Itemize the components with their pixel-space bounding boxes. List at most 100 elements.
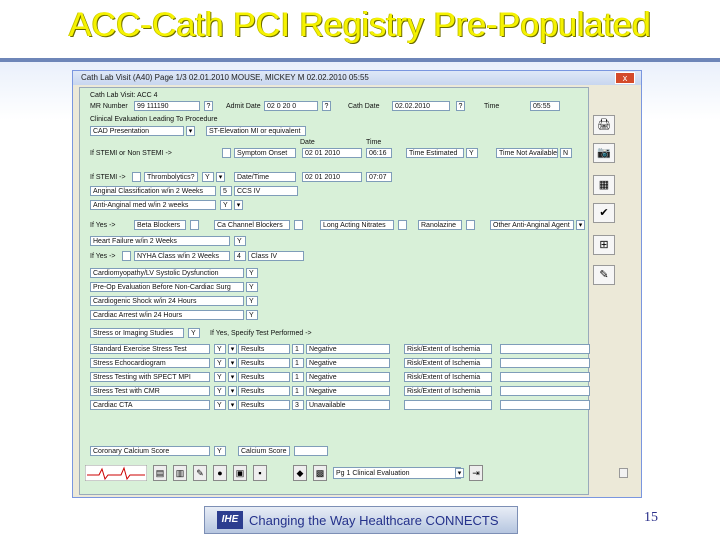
test-name: Stress Echocardiogram xyxy=(90,358,210,368)
chart-icon[interactable]: ▦ xyxy=(593,175,615,195)
other-agent-dropdown[interactable]: ▾ xyxy=(576,220,585,230)
nyha-num[interactable]: 4 xyxy=(234,251,246,261)
anti-anginal-dropdown[interactable]: ▾ xyxy=(234,200,243,210)
mr-lookup-button[interactable]: ? xyxy=(204,101,213,111)
test-dropdown[interactable]: ▾ xyxy=(228,400,237,410)
test-result-num[interactable]: 1 xyxy=(292,344,304,354)
angina-class-num[interactable]: 5 xyxy=(220,186,232,196)
beta-blockers-check[interactable] xyxy=(190,220,199,230)
test-outcome[interactable]: Negative xyxy=(306,386,390,396)
visit-header: Cath Lab Visit: ACC 4 xyxy=(90,92,158,99)
document-icon[interactable]: ▤ xyxy=(153,465,167,481)
anti-anginal-label: Anti-Anginal med w/in 2 weeks xyxy=(90,200,216,210)
test-dropdown[interactable]: ▾ xyxy=(228,372,237,382)
test-flag[interactable]: Y xyxy=(214,386,226,396)
test-risk-field[interactable] xyxy=(500,400,590,410)
page-select-dropdown[interactable]: ▾ xyxy=(455,468,464,478)
symptom-time-field[interactable]: 06:16 xyxy=(366,148,392,158)
admit-date-field[interactable]: 02 0 20 0 xyxy=(264,101,318,111)
test-risk-field[interactable] xyxy=(500,372,590,382)
edit-icon[interactable]: ✎ xyxy=(193,465,207,481)
map-icon[interactable]: ⊞ xyxy=(593,235,615,255)
angina-class-value[interactable]: CCS IV xyxy=(234,186,298,196)
test-flag[interactable]: Y xyxy=(214,372,226,382)
test-results-label: Results xyxy=(238,358,290,368)
arrest-label: Cardiac Arrest w/in 24 Hours xyxy=(90,310,244,320)
stemi2-check[interactable] xyxy=(132,172,141,182)
test-outcome[interactable]: Negative xyxy=(306,344,390,354)
long-nitrates-check[interactable] xyxy=(398,220,407,230)
cardiogenic-field[interactable]: Y xyxy=(246,296,258,306)
heart-failure-field[interactable]: Y xyxy=(234,236,246,246)
stress-field[interactable]: Y xyxy=(188,328,200,338)
records-icon[interactable]: ▥ xyxy=(173,465,187,481)
test-risk-label: Risk/Extent of Ischemia xyxy=(404,372,492,382)
test-risk-field[interactable] xyxy=(500,344,590,354)
page-select[interactable]: Pg 1 Clinical Evaluation xyxy=(333,467,461,479)
stemi-check[interactable] xyxy=(222,148,231,158)
admit-date-button[interactable]: ? xyxy=(322,101,331,111)
test-result-num[interactable]: 1 xyxy=(292,358,304,368)
time-column: Time xyxy=(366,139,382,146)
pen-icon[interactable]: ✎ xyxy=(593,265,615,285)
nyha-value[interactable]: Class IV xyxy=(248,251,304,261)
cath-date-button[interactable]: ? xyxy=(456,101,465,111)
test-result-num[interactable]: 1 xyxy=(292,386,304,396)
mr-number-field[interactable]: 99 111190 xyxy=(134,101,200,111)
time-not-available-field[interactable]: N xyxy=(560,148,572,158)
close-button[interactable]: x xyxy=(615,72,635,84)
test-outcome[interactable]: Negative xyxy=(306,372,390,382)
save-icon[interactable]: ▪ xyxy=(253,465,267,481)
datetime-date-field[interactable]: 02 01 2010 xyxy=(302,172,362,182)
ecg-icon xyxy=(85,465,147,481)
exit-icon[interactable]: ⇥ xyxy=(469,465,483,481)
test-flag[interactable]: Y xyxy=(214,344,226,354)
test-outcome[interactable]: Negative xyxy=(306,358,390,368)
calcium-score-field[interactable] xyxy=(294,446,328,456)
printer-icon[interactable]: 🖨 xyxy=(593,115,615,135)
folder-icon[interactable]: ▣ xyxy=(233,465,247,481)
thrombolytics-field[interactable]: Y xyxy=(202,172,214,182)
time-estimated-field[interactable]: Y xyxy=(466,148,478,158)
admit-label: Admit Date xyxy=(226,103,261,110)
cad-label: CAD Presentation xyxy=(90,126,184,136)
preop-label: Pre-Op Evaluation Before Non-Cardiac Sur… xyxy=(90,282,244,292)
test-flag[interactable]: Y xyxy=(214,358,226,368)
preop-field[interactable]: Y xyxy=(246,282,258,292)
test-dropdown[interactable]: ▾ xyxy=(228,386,237,396)
angina-class-label: Anginal Classification w/in 2 Weeks xyxy=(90,186,216,196)
ca-blockers-check[interactable] xyxy=(294,220,303,230)
symptom-date-field[interactable]: 02 01 2010 xyxy=(302,148,362,158)
toolbox-icon[interactable]: ◆ xyxy=(293,465,307,481)
ranolazine-check[interactable] xyxy=(466,220,475,230)
specify-label: If Yes, Specify Test Performed -> xyxy=(210,330,312,337)
thrombolytics-dropdown[interactable]: ▾ xyxy=(216,172,225,182)
test-risk-field[interactable] xyxy=(500,386,590,396)
test-flag[interactable]: Y xyxy=(214,400,226,410)
time-field[interactable]: 05:55 xyxy=(530,101,560,111)
datetime-time-field[interactable]: 07:07 xyxy=(366,172,392,182)
stop-icon[interactable]: ● xyxy=(213,465,227,481)
test-name: Standard Exercise Stress Test xyxy=(90,344,210,354)
cad-value[interactable]: ST-Elevation MI or equivalent xyxy=(206,126,306,136)
cardiomyopathy-label: Cardiomyopathy/LV Systolic Dysfunction xyxy=(90,268,244,278)
resize-checkbox[interactable] xyxy=(619,468,628,478)
camera-icon[interactable]: 📷 xyxy=(593,143,615,163)
cardiomyopathy-field[interactable]: Y xyxy=(246,268,258,278)
test-result-num[interactable]: 1 xyxy=(292,372,304,382)
test-outcome[interactable]: Unavailable xyxy=(306,400,390,410)
test-result-num[interactable]: 3 xyxy=(292,400,304,410)
heart-failure-label: Heart Failure w/in 2 Weeks xyxy=(90,236,230,246)
arrest-field[interactable]: Y xyxy=(246,310,258,320)
test-dropdown[interactable]: ▾ xyxy=(228,358,237,368)
test-risk-field[interactable] xyxy=(500,358,590,368)
cath-date-field[interactable]: 02.02.2010 xyxy=(392,101,450,111)
checklist-icon[interactable]: ✔ xyxy=(593,203,615,223)
cad-dropdown[interactable]: ▾ xyxy=(186,126,195,136)
ifyes2-check[interactable] xyxy=(122,251,131,261)
anti-anginal-field[interactable]: Y xyxy=(220,200,232,210)
cardiogenic-label: Cardiogenic Shock w/in 24 Hours xyxy=(90,296,244,306)
test-dropdown[interactable]: ▾ xyxy=(228,344,237,354)
archive-icon[interactable]: ▩ xyxy=(313,465,327,481)
calcium-field[interactable]: Y xyxy=(214,446,226,456)
